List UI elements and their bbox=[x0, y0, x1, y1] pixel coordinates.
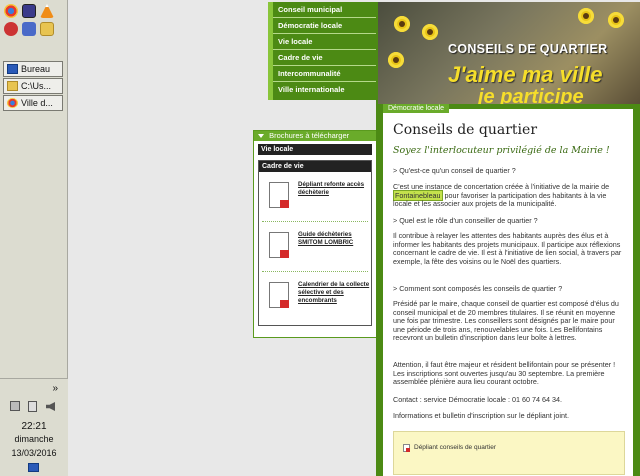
page-title: Conseils de quartier bbox=[393, 122, 538, 138]
chrome-icon bbox=[7, 98, 18, 108]
menu-item-intercommunalite[interactable]: Intercommunalité bbox=[273, 66, 376, 82]
question-1: > Qu'est-ce qu'un conseil de quartier ? bbox=[393, 166, 516, 175]
system-tray: » 22:21 dimanche 13/03/2016 bbox=[0, 378, 68, 476]
page-subtitle: Soyez l'interlocuteur privilégié de la M… bbox=[393, 145, 610, 156]
device-icon[interactable] bbox=[28, 401, 37, 412]
tool-icon[interactable] bbox=[4, 22, 18, 36]
list-item: Dépliant refonte accès déchèterie bbox=[262, 172, 368, 222]
task-button-label: C:\Us... bbox=[21, 81, 52, 91]
network-icon[interactable] bbox=[10, 401, 20, 411]
menu-item-democratie-locale[interactable]: Démocratie locale bbox=[273, 18, 376, 34]
brochures-header: Brochures à télécharger bbox=[254, 131, 376, 141]
task-button-label: Bureau bbox=[21, 64, 51, 74]
banner-slogan: J'aime ma ville bbox=[448, 62, 603, 87]
desktop-icon bbox=[7, 64, 18, 74]
list-item: Calendrier de la collecte sélective et d… bbox=[262, 272, 369, 322]
folder-icon[interactable] bbox=[40, 22, 54, 36]
menu-item-cadre-de-vie[interactable]: Cadre de vie bbox=[273, 50, 376, 66]
section-cadre-de-vie-title[interactable]: Cadre de vie bbox=[259, 161, 371, 172]
show-desktop-icon[interactable] bbox=[28, 463, 39, 472]
pdf-icon[interactable] bbox=[269, 182, 289, 208]
brochures-panel: Brochures à télécharger Vie locale Cadre… bbox=[253, 130, 377, 338]
breadcrumb[interactable]: Démocratie locale bbox=[383, 104, 450, 113]
task-button-bureau[interactable]: Bureau bbox=[3, 61, 63, 77]
taskbar: Bureau C:\Us... Ville d... » 22:21 diman… bbox=[0, 0, 68, 476]
flower-icon bbox=[608, 12, 624, 28]
security-icon[interactable] bbox=[22, 22, 36, 36]
answer-1: C'est une instance de concertation créée… bbox=[393, 182, 625, 209]
clock-date: 13/03/2016 bbox=[11, 448, 57, 458]
brochure-link[interactable]: Dépliant refonte accès déchèterie bbox=[298, 181, 374, 197]
brochure-link[interactable]: Calendrier de la collecte sélective et d… bbox=[298, 281, 374, 305]
flower-icon bbox=[578, 8, 594, 24]
browser-page: Conseil municipal Démocratie locale Vie … bbox=[68, 0, 640, 476]
flower-icon bbox=[422, 24, 438, 40]
task-button-chrome[interactable]: Ville d... bbox=[3, 95, 63, 111]
clock-time[interactable]: 22:21 bbox=[0, 421, 68, 432]
task-button-explorer[interactable]: C:\Us... bbox=[3, 78, 63, 94]
menu-item-vie-locale[interactable]: Vie locale bbox=[273, 34, 376, 50]
tray-expand-button[interactable]: » bbox=[0, 383, 68, 394]
menu-item-ville-internationale[interactable]: Ville internationale bbox=[273, 82, 376, 98]
question-2: > Quel est le rôle d'un conseiller de qu… bbox=[393, 216, 538, 225]
download-link[interactable]: Dépliant conseils de quartier bbox=[414, 444, 496, 451]
section-cadre-de-vie: Cadre de vie Dépliant refonte accès déch… bbox=[258, 160, 372, 326]
brochure-link[interactable]: Guide déchèteries SMITOM LOMBRIC bbox=[298, 231, 374, 247]
section-vie-locale[interactable]: Vie locale bbox=[258, 144, 372, 155]
content-column: CONSEILS DE QUARTIER J'aime ma ville je … bbox=[376, 2, 640, 476]
clock-day: dimanche bbox=[14, 434, 54, 444]
answer-4: Attention, il faut être majeur et réside… bbox=[393, 360, 616, 387]
nav-menu: Conseil municipal Démocratie locale Vie … bbox=[268, 2, 376, 100]
info-text: Informations et bulletin d'inscription s… bbox=[393, 411, 569, 420]
list-item: Guide déchèteries SMITOM LOMBRIC bbox=[262, 222, 368, 272]
screen: Bureau C:\Us... Ville d... » 22:21 diman… bbox=[0, 0, 640, 476]
answer-2: Il contribue à relayer les attentes des … bbox=[393, 231, 622, 266]
chrome-icon[interactable] bbox=[4, 4, 18, 18]
folder-icon bbox=[7, 81, 18, 91]
banner-slogan-2: je participe bbox=[478, 86, 584, 104]
pdf-icon[interactable] bbox=[269, 282, 289, 308]
article: Démocratie locale Conseils de quartier S… bbox=[383, 104, 633, 476]
download-box: Dépliant conseils de quartier bbox=[393, 431, 625, 475]
pdf-icon[interactable] bbox=[403, 444, 410, 452]
flower-icon bbox=[388, 52, 404, 68]
cpuz-icon[interactable] bbox=[22, 4, 36, 18]
flower-icon bbox=[394, 16, 410, 32]
menu-item-conseil-municipal[interactable]: Conseil municipal bbox=[273, 2, 376, 18]
volume-icon[interactable] bbox=[46, 402, 55, 411]
vlc-icon[interactable] bbox=[40, 4, 54, 18]
chevron-down-icon bbox=[258, 134, 264, 139]
pdf-icon[interactable] bbox=[269, 232, 289, 258]
banner-image: CONSEILS DE QUARTIER J'aime ma ville je … bbox=[378, 2, 640, 104]
task-button-label: Ville d... bbox=[21, 98, 53, 108]
question-3: > Comment sont composés les conseils de … bbox=[393, 284, 563, 293]
contact-text: Contact : service Démocratie locale : 01… bbox=[393, 395, 562, 404]
banner-title: CONSEILS DE QUARTIER bbox=[448, 42, 608, 56]
answer-3: Présidé par le maire, chaque conseil de … bbox=[393, 299, 619, 343]
brochures-title: Brochures à télécharger bbox=[269, 131, 350, 140]
